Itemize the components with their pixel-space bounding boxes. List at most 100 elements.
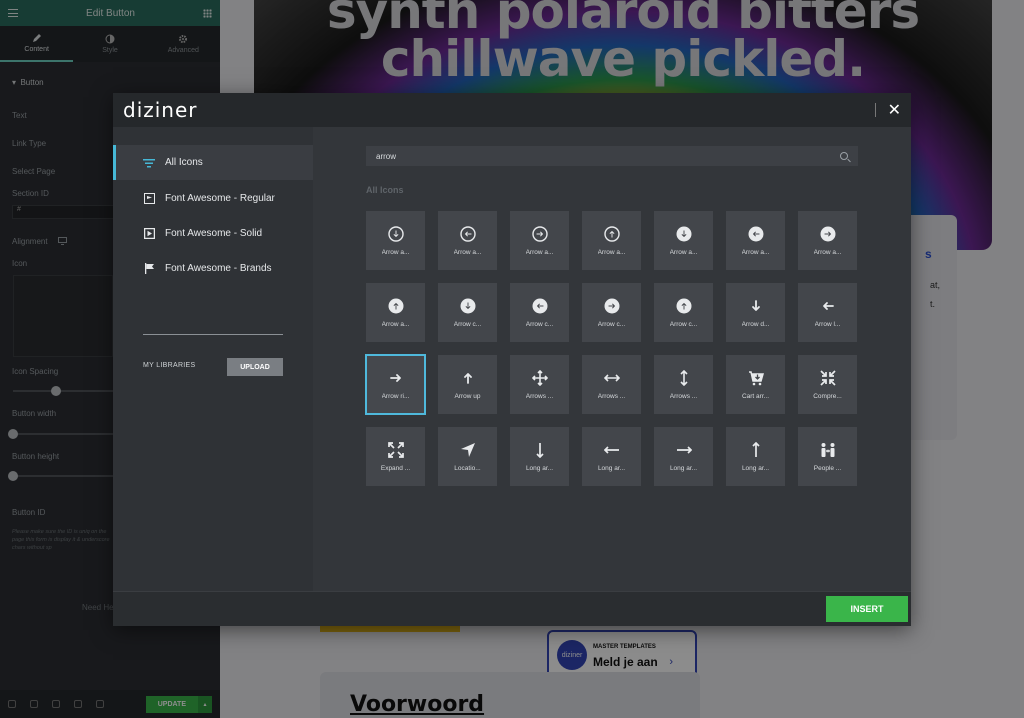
insert-button[interactable]: INSERT — [826, 596, 908, 622]
icon-tile[interactable]: Arrow a... — [438, 211, 497, 270]
long-arrow-down-icon — [532, 442, 548, 458]
icon-tile[interactable]: Arrow l... — [798, 283, 857, 342]
icon-tile[interactable]: Arrows ... — [510, 355, 569, 414]
arrow-left-icon — [820, 298, 836, 314]
icon-tile-label: Compre... — [813, 392, 842, 400]
icon-tile-label: Arrow a... — [597, 248, 626, 256]
nav-fa-brands[interactable]: Font Awesome - Brands — [113, 251, 313, 286]
modal-header: diziner ✕ — [113, 93, 911, 127]
arrow-right-icon — [388, 370, 404, 386]
icon-tile-label: Arrows ... — [597, 392, 626, 400]
nav-label: Font Awesome - Brands — [165, 263, 272, 274]
icon-tile[interactable]: Arrow a... — [726, 211, 785, 270]
icon-tile[interactable]: Arrows ... — [654, 355, 713, 414]
icon-tile[interactable]: Arrow c... — [582, 283, 641, 342]
icon-tile-label: Long ar... — [741, 464, 770, 472]
icon-tile[interactable]: Arrows ... — [582, 355, 641, 414]
icon-tile-label: Arrow up — [454, 392, 481, 400]
long-arrow-right-icon — [676, 442, 692, 458]
icon-tile[interactable]: Arrow a... — [510, 211, 569, 270]
icon-tile-label: Arrow a... — [453, 248, 482, 256]
arrow-circle-down-solid-icon — [676, 226, 692, 242]
icon-tile-label: Expand ... — [380, 464, 411, 472]
arrow-circle-up-solid-icon — [388, 298, 404, 314]
icon-tile[interactable]: Long ar... — [726, 427, 785, 486]
filter-icon — [143, 157, 155, 169]
icon-tile[interactable]: Cart arr... — [726, 355, 785, 414]
long-arrow-up-icon — [748, 441, 764, 458]
chevron-circle-left-icon — [532, 298, 548, 314]
icon-tile[interactable]: Arrow a... — [654, 211, 713, 270]
chevron-circle-up-icon — [676, 298, 692, 314]
arrow-circle-left-solid-icon — [748, 226, 764, 242]
icon-tile-label: Arrow c... — [597, 320, 626, 328]
icon-tile-label: Arrow c... — [453, 320, 482, 328]
flag-solid-icon — [143, 263, 155, 275]
nav-all-icons[interactable]: All Icons — [113, 145, 313, 180]
icon-tile[interactable]: Arrow d... — [726, 283, 785, 342]
icon-tile-label: Locatio... — [454, 464, 481, 472]
icons-section-label: All Icons — [366, 185, 404, 195]
nav-fa-regular[interactable]: Font Awesome - Regular — [113, 181, 313, 216]
icon-tile-label: Arrow a... — [741, 248, 770, 256]
icon-tile-label: Arrow a... — [381, 320, 410, 328]
app-root: Edit Button Content Style Advanced ▾ But… — [0, 0, 1024, 718]
icon-tile[interactable]: Arrow up — [438, 355, 497, 414]
long-arrow-left-icon — [603, 442, 620, 458]
icon-tile[interactable]: Expand ... — [366, 427, 425, 486]
icon-tile-label: Arrow a... — [381, 248, 410, 256]
icon-tile[interactable]: Locatio... — [438, 427, 497, 486]
icon-tile[interactable]: Compre... — [798, 355, 857, 414]
arrow-circle-right-solid-icon — [820, 226, 836, 242]
icon-grid: Arrow a... Arrow a... Arrow a... Arrow a...… — [365, 211, 858, 486]
arrow-circle-down-outline-icon — [387, 225, 404, 242]
arrows-horizontal-icon — [603, 370, 620, 386]
nav-label: Font Awesome - Solid — [165, 228, 263, 239]
icon-tile-label: Arrow a... — [525, 248, 554, 256]
icon-browser: arrow All Icons Arrow a... Arrow a... Arro… — [313, 127, 911, 591]
icon-tile[interactable]: Arrow c... — [438, 283, 497, 342]
search-icon[interactable] — [840, 152, 848, 160]
arrow-circle-right-outline-icon — [531, 225, 548, 242]
expand-arrows-icon — [387, 441, 404, 458]
icon-tile[interactable]: Arrow ri... — [365, 354, 426, 415]
icon-library-modal: diziner ✕ All Icons Font Awesome - Regul… — [113, 93, 911, 626]
icon-tile[interactable]: Arrow a... — [582, 211, 641, 270]
icon-tile-label: Arrow a... — [813, 248, 842, 256]
icon-tile-label: People ... — [813, 464, 842, 472]
arrows-move-icon — [531, 369, 548, 386]
icon-tile[interactable]: Arrow a... — [798, 211, 857, 270]
modal-sidebar: All Icons Font Awesome - Regular Font Aw… — [113, 127, 313, 591]
icon-tile-label: Arrow c... — [669, 320, 698, 328]
play-square-icon — [143, 228, 155, 240]
icon-tile-label: Arrows ... — [669, 392, 698, 400]
search-value: arrow — [376, 151, 397, 161]
icon-search-input[interactable]: arrow — [366, 146, 858, 166]
icon-tile[interactable]: Arrow a... — [366, 283, 425, 342]
icon-tile[interactable]: Long ar... — [510, 427, 569, 486]
icon-tile-label: Arrow a... — [669, 248, 698, 256]
location-arrow-icon — [460, 442, 476, 458]
compress-arrows-icon — [819, 369, 836, 386]
arrow-circle-up-outline-icon — [603, 225, 620, 242]
upload-button[interactable]: UPLOAD — [227, 358, 283, 376]
flag-outline-icon — [143, 193, 155, 205]
icon-tile-label: Long ar... — [525, 464, 554, 472]
icon-tile[interactable]: Long ar... — [654, 427, 713, 486]
modal-footer: INSERT — [113, 591, 911, 626]
icon-tile-label: Arrow d... — [741, 320, 770, 328]
icon-tile[interactable]: Arrow c... — [654, 283, 713, 342]
sidebar-divider — [143, 334, 283, 335]
nav-label: Font Awesome - Regular — [165, 193, 275, 204]
close-icon[interactable]: ✕ — [888, 100, 901, 120]
icon-tile-label: Arrow l... — [814, 320, 841, 328]
my-libraries-label: MY LIBRARIES — [143, 362, 196, 369]
icon-tile[interactable]: People ... — [798, 427, 857, 486]
diziner-logo: diziner — [123, 98, 198, 122]
icon-tile-label: Long ar... — [597, 464, 626, 472]
icon-tile[interactable]: Arrow a... — [366, 211, 425, 270]
arrow-up-icon — [460, 370, 476, 386]
icon-tile[interactable]: Long ar... — [582, 427, 641, 486]
icon-tile[interactable]: Arrow c... — [510, 283, 569, 342]
nav-fa-solid[interactable]: Font Awesome - Solid — [113, 216, 313, 251]
